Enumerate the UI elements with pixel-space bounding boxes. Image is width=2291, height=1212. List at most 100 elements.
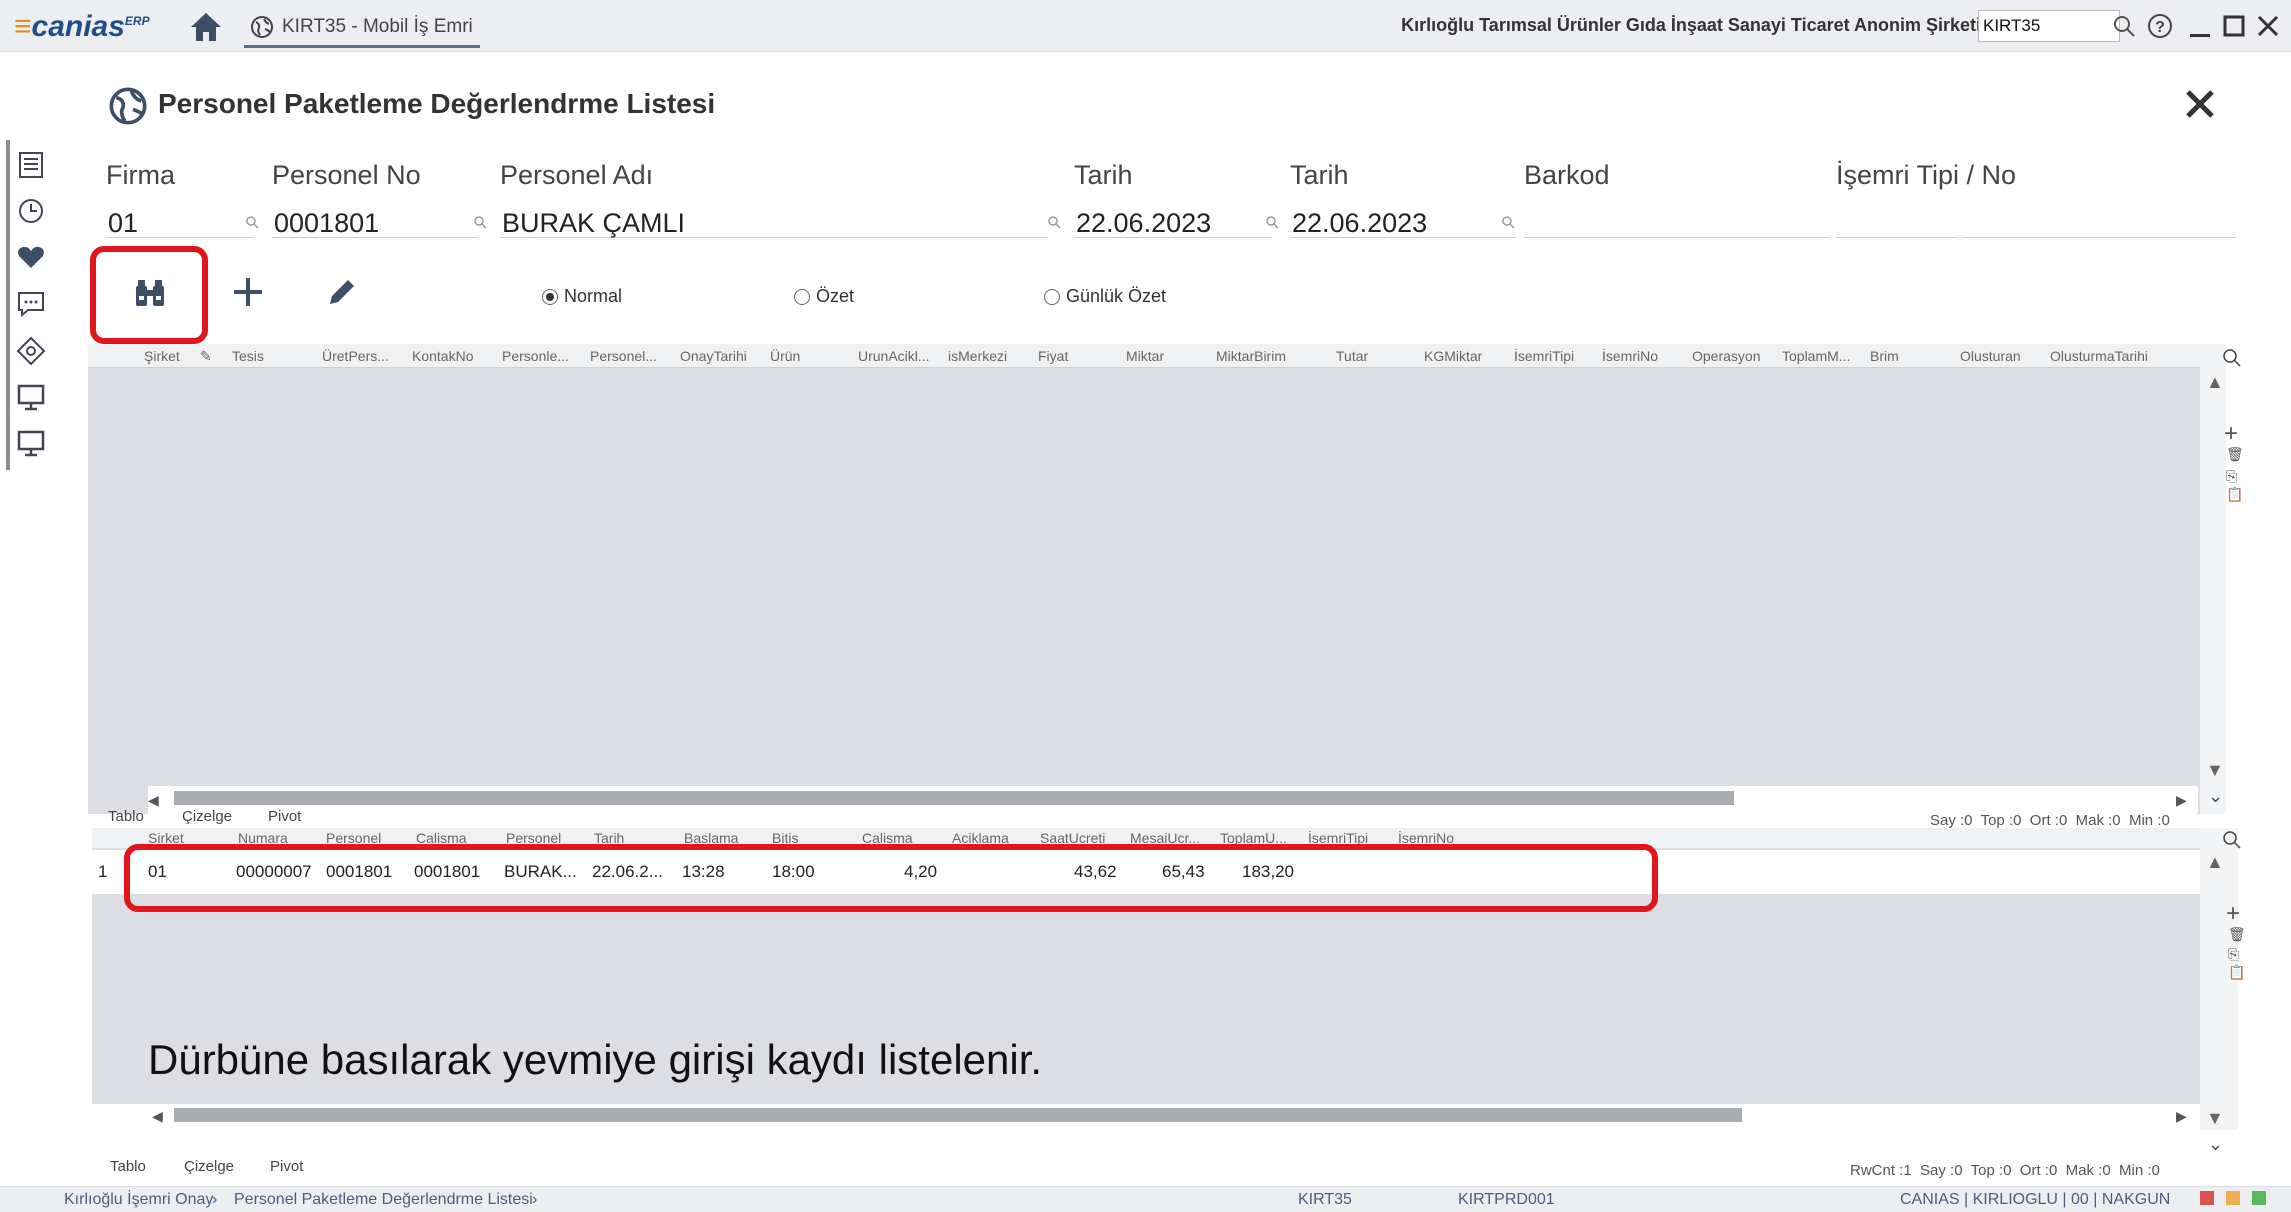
column-header[interactable]: Brim xyxy=(1870,348,1899,364)
heart-icon[interactable] xyxy=(14,240,48,274)
monitor-icon[interactable] xyxy=(14,380,48,414)
list-icon[interactable] xyxy=(14,148,48,182)
column-header[interactable]: Olusturan xyxy=(1960,348,2021,364)
column-header[interactable]: Personel... xyxy=(590,348,657,364)
search-icon[interactable] xyxy=(2110,12,2138,40)
scroll-down-icon[interactable]: ▼ xyxy=(2206,760,2224,781)
scroll-left-icon[interactable]: ◀ xyxy=(148,792,159,809)
search-icon[interactable] xyxy=(1264,214,1280,230)
tab-mobil-is-emri[interactable]: KIRT35 - Mobil İş Emri xyxy=(244,8,480,48)
company-name: Kırlıoğlu Tarımsal Ürünler Gıda İnşaat S… xyxy=(1401,15,1981,35)
search-icon[interactable] xyxy=(472,214,488,230)
search-icon[interactable] xyxy=(2222,830,2242,850)
expand-down-icon[interactable]: ⌄ xyxy=(2208,1134,2223,1155)
globe-icon xyxy=(108,86,148,126)
company-code-input[interactable] xyxy=(1978,10,2120,42)
paste-row-icon[interactable]: 📋 xyxy=(2228,964,2245,981)
column-header[interactable]: Operasyon xyxy=(1692,348,1760,364)
copy-row-icon[interactable]: ⎘ xyxy=(2228,946,2239,963)
radio-gunluk-ozet[interactable]: Günlük Özet xyxy=(1044,286,1166,307)
horizontal-scrollbar-thumb[interactable] xyxy=(174,1108,1742,1122)
column-header[interactable]: ToplamM... xyxy=(1782,348,1850,364)
tab-cizelge[interactable]: Çizelge xyxy=(182,808,232,825)
minimize-icon[interactable] xyxy=(2186,12,2214,40)
column-header[interactable]: Tesis xyxy=(232,348,264,364)
personel-adi-field[interactable]: BURAK ÇAMLI xyxy=(500,208,1048,238)
desktop-icon[interactable] xyxy=(14,426,48,460)
column-header[interactable]: Fiyat xyxy=(1038,348,1068,364)
radio-ozet[interactable]: Özet xyxy=(794,286,854,307)
target-icon[interactable] xyxy=(14,334,48,368)
radio-button[interactable] xyxy=(794,288,810,305)
tab-cizelge[interactable]: Çizelge xyxy=(184,1158,234,1175)
horizontal-scrollbar-thumb[interactable] xyxy=(174,791,1734,805)
column-header[interactable]: OlusturmaTarihi xyxy=(2050,348,2148,364)
column-header[interactable]: Şirket xyxy=(144,348,180,364)
tarih-end-field[interactable]: 22.06.2023 xyxy=(1290,208,1516,238)
home-icon[interactable] xyxy=(188,10,224,44)
scroll-up-icon[interactable]: ▲ xyxy=(2206,372,2224,393)
column-header[interactable]: İsemriNo xyxy=(1602,348,1658,364)
personel-no-field[interactable]: 0001801 xyxy=(272,208,478,238)
column-header[interactable]: Tutar xyxy=(1336,348,1368,364)
search-icon[interactable] xyxy=(1046,214,1062,230)
column-header[interactable]: Ürün xyxy=(770,348,800,364)
add-icon[interactable] xyxy=(230,274,266,310)
scroll-right-icon[interactable]: ▶ xyxy=(2176,792,2187,809)
page-title: Personel Paketleme Değerlendrme Listesi xyxy=(158,88,716,119)
highlight-box xyxy=(124,844,1658,912)
tarih-start-field[interactable]: 22.06.2023 xyxy=(1074,208,1272,238)
tab-tablo[interactable]: Tablo xyxy=(110,1158,146,1175)
search-icon[interactable] xyxy=(2222,348,2242,368)
maximize-icon[interactable] xyxy=(2220,12,2248,40)
add-row-icon[interactable]: + xyxy=(2224,420,2238,448)
help-icon[interactable]: ? xyxy=(2146,12,2174,40)
isemri-tipi-field[interactable] xyxy=(1836,208,1958,238)
column-header[interactable]: ÜretPers... xyxy=(322,348,389,364)
radio-normal[interactable]: Normal xyxy=(542,286,622,307)
radio-button[interactable] xyxy=(542,288,558,305)
edit-icon[interactable] xyxy=(324,274,360,310)
vertical-scrollbar[interactable] xyxy=(2200,344,2226,814)
close-icon[interactable] xyxy=(2180,84,2220,124)
close-window-icon[interactable] xyxy=(2254,12,2282,40)
column-header[interactable]: UrunAcikl... xyxy=(858,348,930,364)
history-icon[interactable] xyxy=(14,194,48,228)
app-logo: ≡caniasERP xyxy=(14,10,150,43)
barkod-field[interactable] xyxy=(1524,208,1830,238)
expand-down-icon[interactable]: ⌄ xyxy=(2208,786,2223,807)
delete-row-icon[interactable]: 🗑 xyxy=(2226,446,2244,462)
column-header[interactable]: OnayTarihi xyxy=(680,348,747,364)
tab-pivot[interactable]: Pivot xyxy=(268,808,301,825)
column-header[interactable]: Personle... xyxy=(502,348,569,364)
firma-field[interactable]: 01 xyxy=(106,208,254,238)
row-number: 1 xyxy=(98,862,108,881)
scroll-left-icon[interactable]: ◀ xyxy=(152,1108,163,1125)
column-header[interactable]: MiktarBirim xyxy=(1216,348,1286,364)
tab-pivot[interactable]: Pivot xyxy=(270,1158,303,1175)
delete-row-icon[interactable]: 🗑 xyxy=(2228,926,2246,943)
scroll-down-icon[interactable]: ▼ xyxy=(2206,1108,2224,1129)
column-header[interactable]: KontakNo xyxy=(412,348,473,364)
search-icon[interactable] xyxy=(1500,214,1516,230)
add-row-icon[interactable]: + xyxy=(2226,900,2240,928)
paste-row-icon[interactable]: 📋 xyxy=(2226,486,2243,503)
copy-row-icon[interactable]: ⎘ xyxy=(2226,468,2237,485)
scroll-up-icon[interactable]: ▲ xyxy=(2206,852,2224,873)
tab-tablo[interactable]: Tablo xyxy=(108,808,144,825)
column-header[interactable]: isMerkezi xyxy=(948,348,1007,364)
binoculars-icon[interactable] xyxy=(132,276,168,312)
search-icon[interactable] xyxy=(244,214,260,230)
breadcrumb-item[interactable]: Kırlıoğlu İşemri Onay xyxy=(64,1191,213,1209)
breadcrumb-item[interactable]: Personel Paketleme Değerlendrme Listesi xyxy=(234,1191,533,1209)
svg-text:?: ? xyxy=(2155,19,2165,36)
column-header[interactable]: Miktar xyxy=(1126,348,1164,364)
isemri-no-field[interactable] xyxy=(1962,208,2236,238)
chat-icon[interactable] xyxy=(14,286,48,320)
tab-label: KIRT35 - Mobil İş Emri xyxy=(282,15,473,37)
column-header[interactable]: KGMiktar xyxy=(1424,348,1482,364)
upper-grid[interactable]: Şirket ✎ Tesis ÜretPers... KontakNo Pers… xyxy=(88,344,2226,814)
column-header[interactable]: İsemriTipi xyxy=(1514,348,1574,364)
radio-button[interactable] xyxy=(1044,288,1060,305)
scroll-right-icon[interactable]: ▶ xyxy=(2176,1108,2187,1125)
